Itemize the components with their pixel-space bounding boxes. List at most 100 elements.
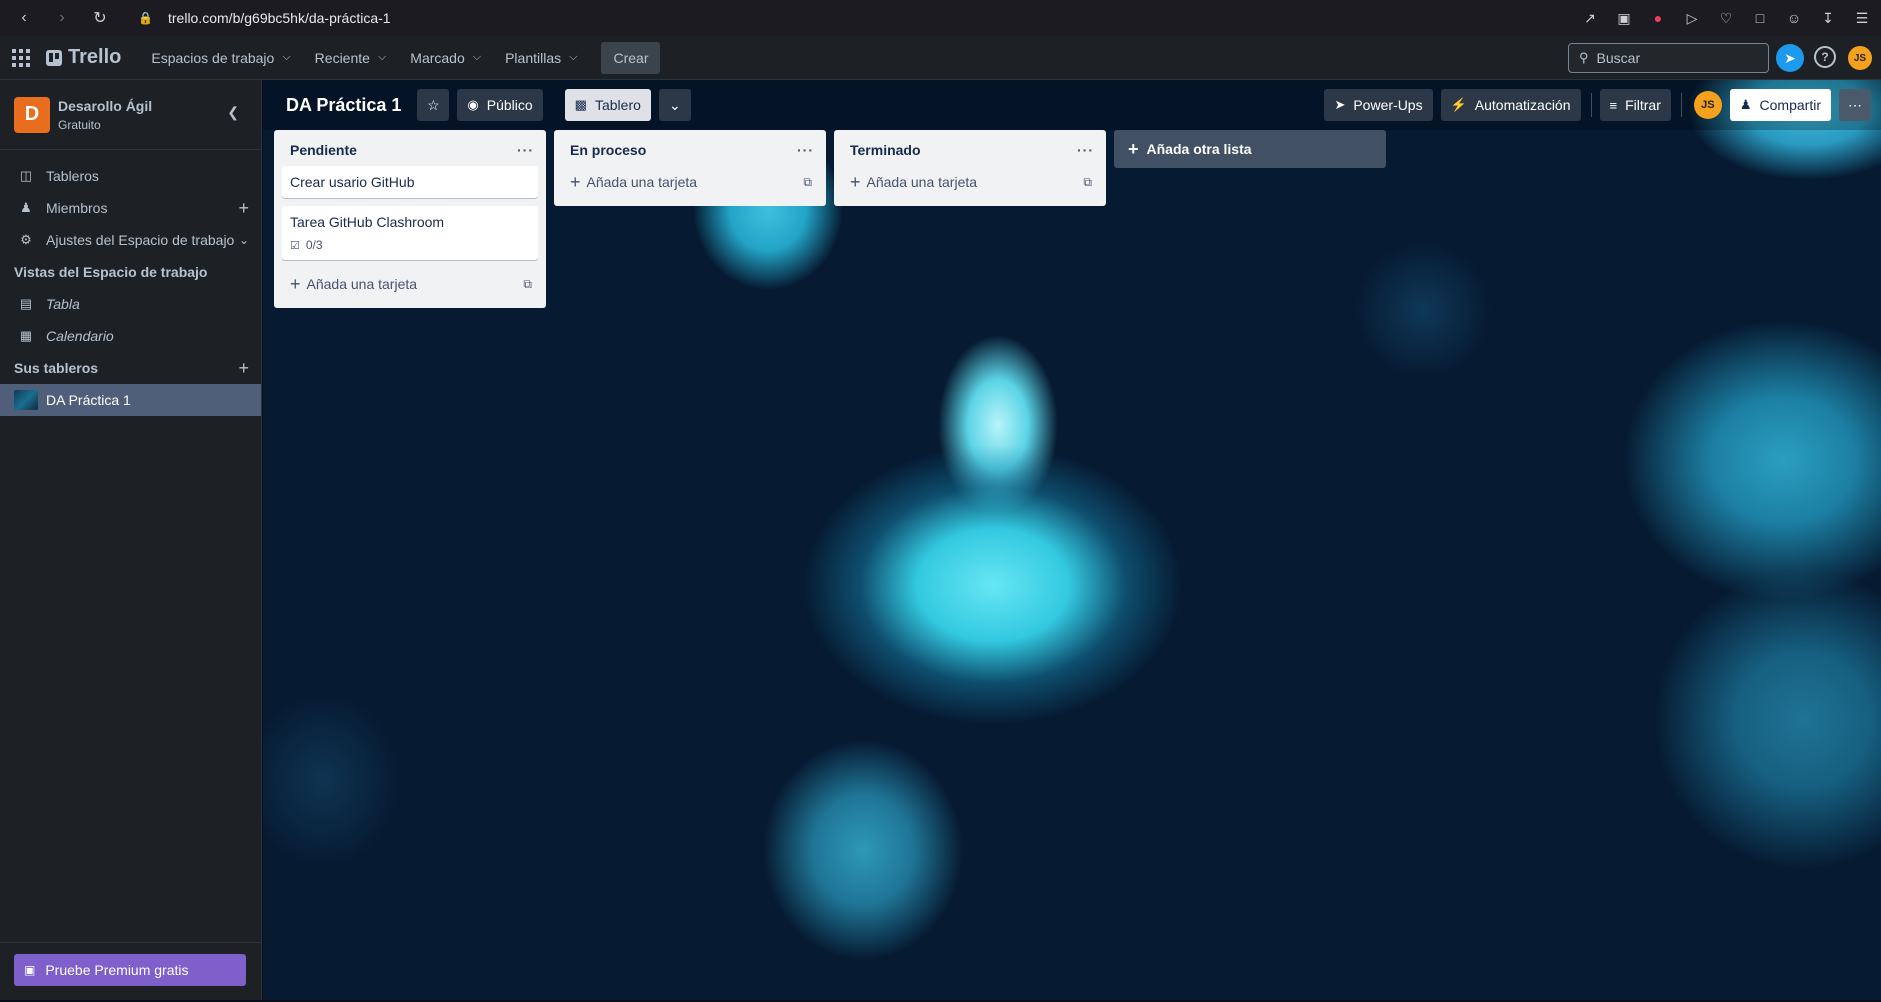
sidebar-item-calendar[interactable]: ▦ Calendario — [0, 320, 261, 352]
more-icon: ⋯ — [1848, 96, 1862, 113]
add-member-icon[interactable]: + — [238, 198, 249, 219]
card[interactable]: Tarea GitHub Clashroom ☑ 0/3 — [282, 206, 538, 260]
reload-icon[interactable]: ↻ — [88, 8, 112, 28]
address-bar[interactable]: 🔒 trello.com/b/g69bc5hk/da-práctica-1 — [138, 10, 391, 26]
trello-logo[interactable]: Trello — [46, 46, 121, 69]
notifications-icon[interactable]: ➤ — [1776, 44, 1804, 72]
chevron-down-icon: ⌵ — [282, 51, 291, 63]
list-terminado: Terminado ··· + Añada una tarjeta ⧉ — [834, 130, 1106, 206]
card-template-icon[interactable]: ⧉ — [523, 277, 532, 292]
menu-recent[interactable]: Reciente ⌵ — [303, 42, 399, 74]
forward-icon[interactable]: › — [50, 9, 74, 27]
card-template-icon[interactable]: ⧉ — [1083, 175, 1092, 190]
browser-toolbar: ‹ › ↻ 🔒 trello.com/b/g69bc5hk/da-práctic… — [0, 0, 1881, 36]
more-icon[interactable]: ··· — [797, 142, 814, 158]
gear-icon: ⚙ — [20, 232, 32, 247]
header-divider — [1590, 93, 1592, 117]
search-icon: ⚲ — [1579, 50, 1589, 65]
person-icon: ♟ — [20, 200, 32, 215]
card-template-icon[interactable]: ⧉ — [803, 175, 812, 190]
lock-icon: 🔒 — [138, 11, 153, 25]
list-header[interactable]: En proceso ··· — [562, 134, 818, 166]
board-header: DA Práctica 1 ☆ ◉ Público ▩ Tablero ⌄ ➤ … — [263, 80, 1881, 130]
chevron-down-icon: ⌵ — [569, 51, 578, 63]
more-icon[interactable]: ··· — [517, 142, 534, 158]
list-header[interactable]: Pendiente ··· — [282, 134, 538, 166]
send-icon[interactable]: ▷ — [1683, 10, 1701, 27]
header-menu: Espacios de trabajo ⌵ Reciente ⌵ Marcado ⌵ … — [139, 41, 661, 74]
screenshot-icon[interactable]: ▣ — [1615, 10, 1633, 27]
add-card-button[interactable]: + Añada una tarjeta ⧉ — [282, 268, 538, 300]
browser-nav: ‹ › ↻ — [0, 8, 112, 28]
app-switcher-icon[interactable] — [12, 48, 32, 68]
chevron-down-icon: ⌵ — [377, 51, 387, 63]
workspace-header: D Desarollo Ágil Gratuito ❮ — [0, 80, 261, 150]
workspace-views-heading: Vistas del Espacio de trabajo — [14, 264, 208, 280]
view-board-button[interactable]: ▩ Tablero — [564, 89, 651, 121]
filter-button[interactable]: ≡ Filtrar — [1599, 89, 1671, 121]
sidebar-item-boards[interactable]: ◫ Tableros — [0, 160, 261, 192]
sidebar-item-board[interactable]: DA Práctica 1 — [0, 384, 261, 416]
menu-templates[interactable]: Plantillas ⌵ — [493, 42, 589, 74]
create-button[interactable]: Crear — [601, 41, 661, 74]
share-page-icon[interactable]: ↗ — [1581, 10, 1599, 27]
list-pendiente: Pendiente ··· Crear usario GitHub Tarea … — [274, 130, 546, 308]
plus-icon: + — [1128, 138, 1139, 159]
list-header[interactable]: Terminado ··· — [842, 134, 1098, 166]
help-icon[interactable]: ? — [1814, 46, 1836, 68]
briefcase-icon: ▣ — [24, 963, 36, 977]
powerups-button[interactable]: ➤ Power-Ups — [1324, 89, 1433, 121]
more-icon[interactable]: ··· — [1077, 142, 1094, 158]
sidebar-divider — [0, 942, 262, 943]
checklist-icon: ☑ — [290, 239, 300, 252]
workspace-info: Desarollo Ágil Gratuito — [58, 98, 152, 132]
menu-icon[interactable]: ☰ — [1853, 10, 1871, 27]
pocket-icon[interactable]: ● — [1649, 10, 1667, 26]
board-menu-button[interactable]: ⋯ — [1839, 89, 1871, 121]
board-icon: ◫ — [19, 168, 33, 183]
automation-button[interactable]: ⚡ Automatización — [1440, 89, 1581, 121]
premium-trial-button[interactable]: ▣ Pruebe Premium gratis — [14, 954, 246, 986]
member-avatar[interactable]: JS — [1693, 91, 1722, 119]
sidebar-item-table[interactable]: ▤ Tabla — [0, 288, 261, 320]
your-boards-heading: Sus tableros + — [14, 357, 249, 379]
cube-icon[interactable]: □ — [1751, 10, 1769, 26]
menu-starred[interactable]: Marcado ⌵ — [398, 42, 493, 74]
add-person-icon: ♟ — [1739, 97, 1752, 112]
menu-workspaces[interactable]: Espacios de trabajo ⌵ — [139, 42, 302, 74]
share-button[interactable]: ♟ Compartir — [1729, 89, 1831, 121]
sidebar-item-members[interactable]: ♟ Miembros + — [0, 192, 261, 224]
user-avatar[interactable]: JS — [1848, 46, 1872, 70]
list-en-proceso: En proceso ··· + Añada una tarjeta ⧉ — [554, 130, 826, 206]
table-icon: ▤ — [19, 296, 33, 311]
add-list-button[interactable]: + Añada otra lista — [1114, 130, 1386, 168]
plus-icon: + — [570, 171, 581, 192]
board-view-icon: ▩ — [574, 97, 587, 112]
collapse-sidebar-icon[interactable]: ❮ — [227, 104, 239, 121]
account-icon[interactable]: ☺ — [1785, 10, 1803, 26]
url-text: trello.com/b/g69bc5hk/da-práctica-1 — [168, 10, 391, 26]
star-button[interactable]: ☆ — [417, 89, 450, 121]
card[interactable]: Crear usario GitHub — [282, 166, 538, 198]
sidebar-item-settings[interactable]: ⚙ Ajustes del Espacio de trabajo ⌄ — [0, 224, 261, 256]
download-icon[interactable]: ↧ — [1819, 10, 1837, 27]
search-input[interactable]: ⚲ Buscar — [1568, 43, 1769, 73]
chevron-down-icon: ⌄ — [669, 96, 681, 113]
add-card-button[interactable]: + Añada una tarjeta ⧉ — [562, 166, 818, 198]
add-card-button[interactable]: + Añada una tarjeta ⧉ — [842, 166, 1098, 198]
board-header-actions: ➤ Power-Ups ⚡ Automatización ≡ Filtrar J… — [1316, 89, 1871, 121]
views-dropdown-button[interactable]: ⌄ — [658, 89, 691, 121]
chevron-down-icon: ⌵ — [472, 51, 482, 63]
workspace-plan: Gratuito — [58, 117, 101, 132]
filter-icon: ≡ — [1609, 97, 1618, 113]
heart-icon[interactable]: ♡ — [1717, 10, 1735, 27]
back-icon[interactable]: ‹ — [12, 9, 36, 27]
add-board-icon[interactable]: + — [238, 358, 249, 379]
board-title[interactable]: DA Práctica 1 — [286, 95, 401, 116]
workspace-avatar[interactable]: D — [14, 96, 50, 133]
rocket-icon: ➤ — [1334, 97, 1346, 112]
visibility-button[interactable]: ◉ Público — [457, 89, 543, 121]
workspace-name: Desarollo Ágil — [58, 97, 153, 114]
trello-logo-icon — [46, 49, 62, 66]
calendar-icon: ▦ — [19, 328, 33, 343]
